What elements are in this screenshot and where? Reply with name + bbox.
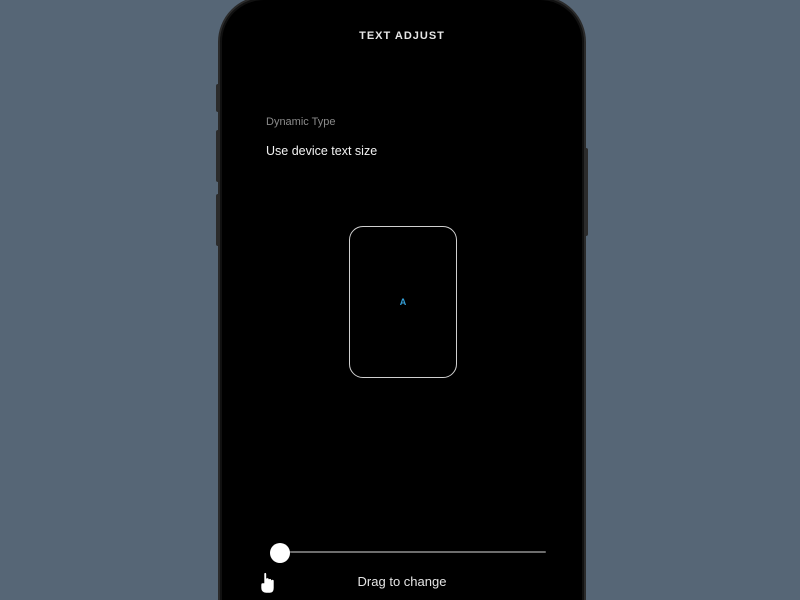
phone-frame: TEXT ADJUST Dynamic Type Use device text… <box>218 0 586 600</box>
phone-volume-down-button <box>216 194 220 246</box>
setting-use-device-text-size[interactable]: Use device text size <box>266 144 377 158</box>
phone-volume-up-button <box>216 130 220 182</box>
slider-track <box>276 551 546 553</box>
text-size-slider[interactable] <box>266 540 546 564</box>
slider-thumb[interactable] <box>270 543 290 563</box>
section-label: Dynamic Type <box>266 116 336 128</box>
slider-hint: Drag to change <box>232 574 572 589</box>
text-size-preview-letter: A <box>349 226 457 378</box>
stage: TEXT ADJUST Dynamic Type Use device text… <box>0 0 800 600</box>
page-title: TEXT ADJUST <box>232 30 572 42</box>
phone-power-button <box>584 148 588 236</box>
screen: TEXT ADJUST Dynamic Type Use device text… <box>232 10 572 600</box>
phone-side-button <box>216 84 220 112</box>
